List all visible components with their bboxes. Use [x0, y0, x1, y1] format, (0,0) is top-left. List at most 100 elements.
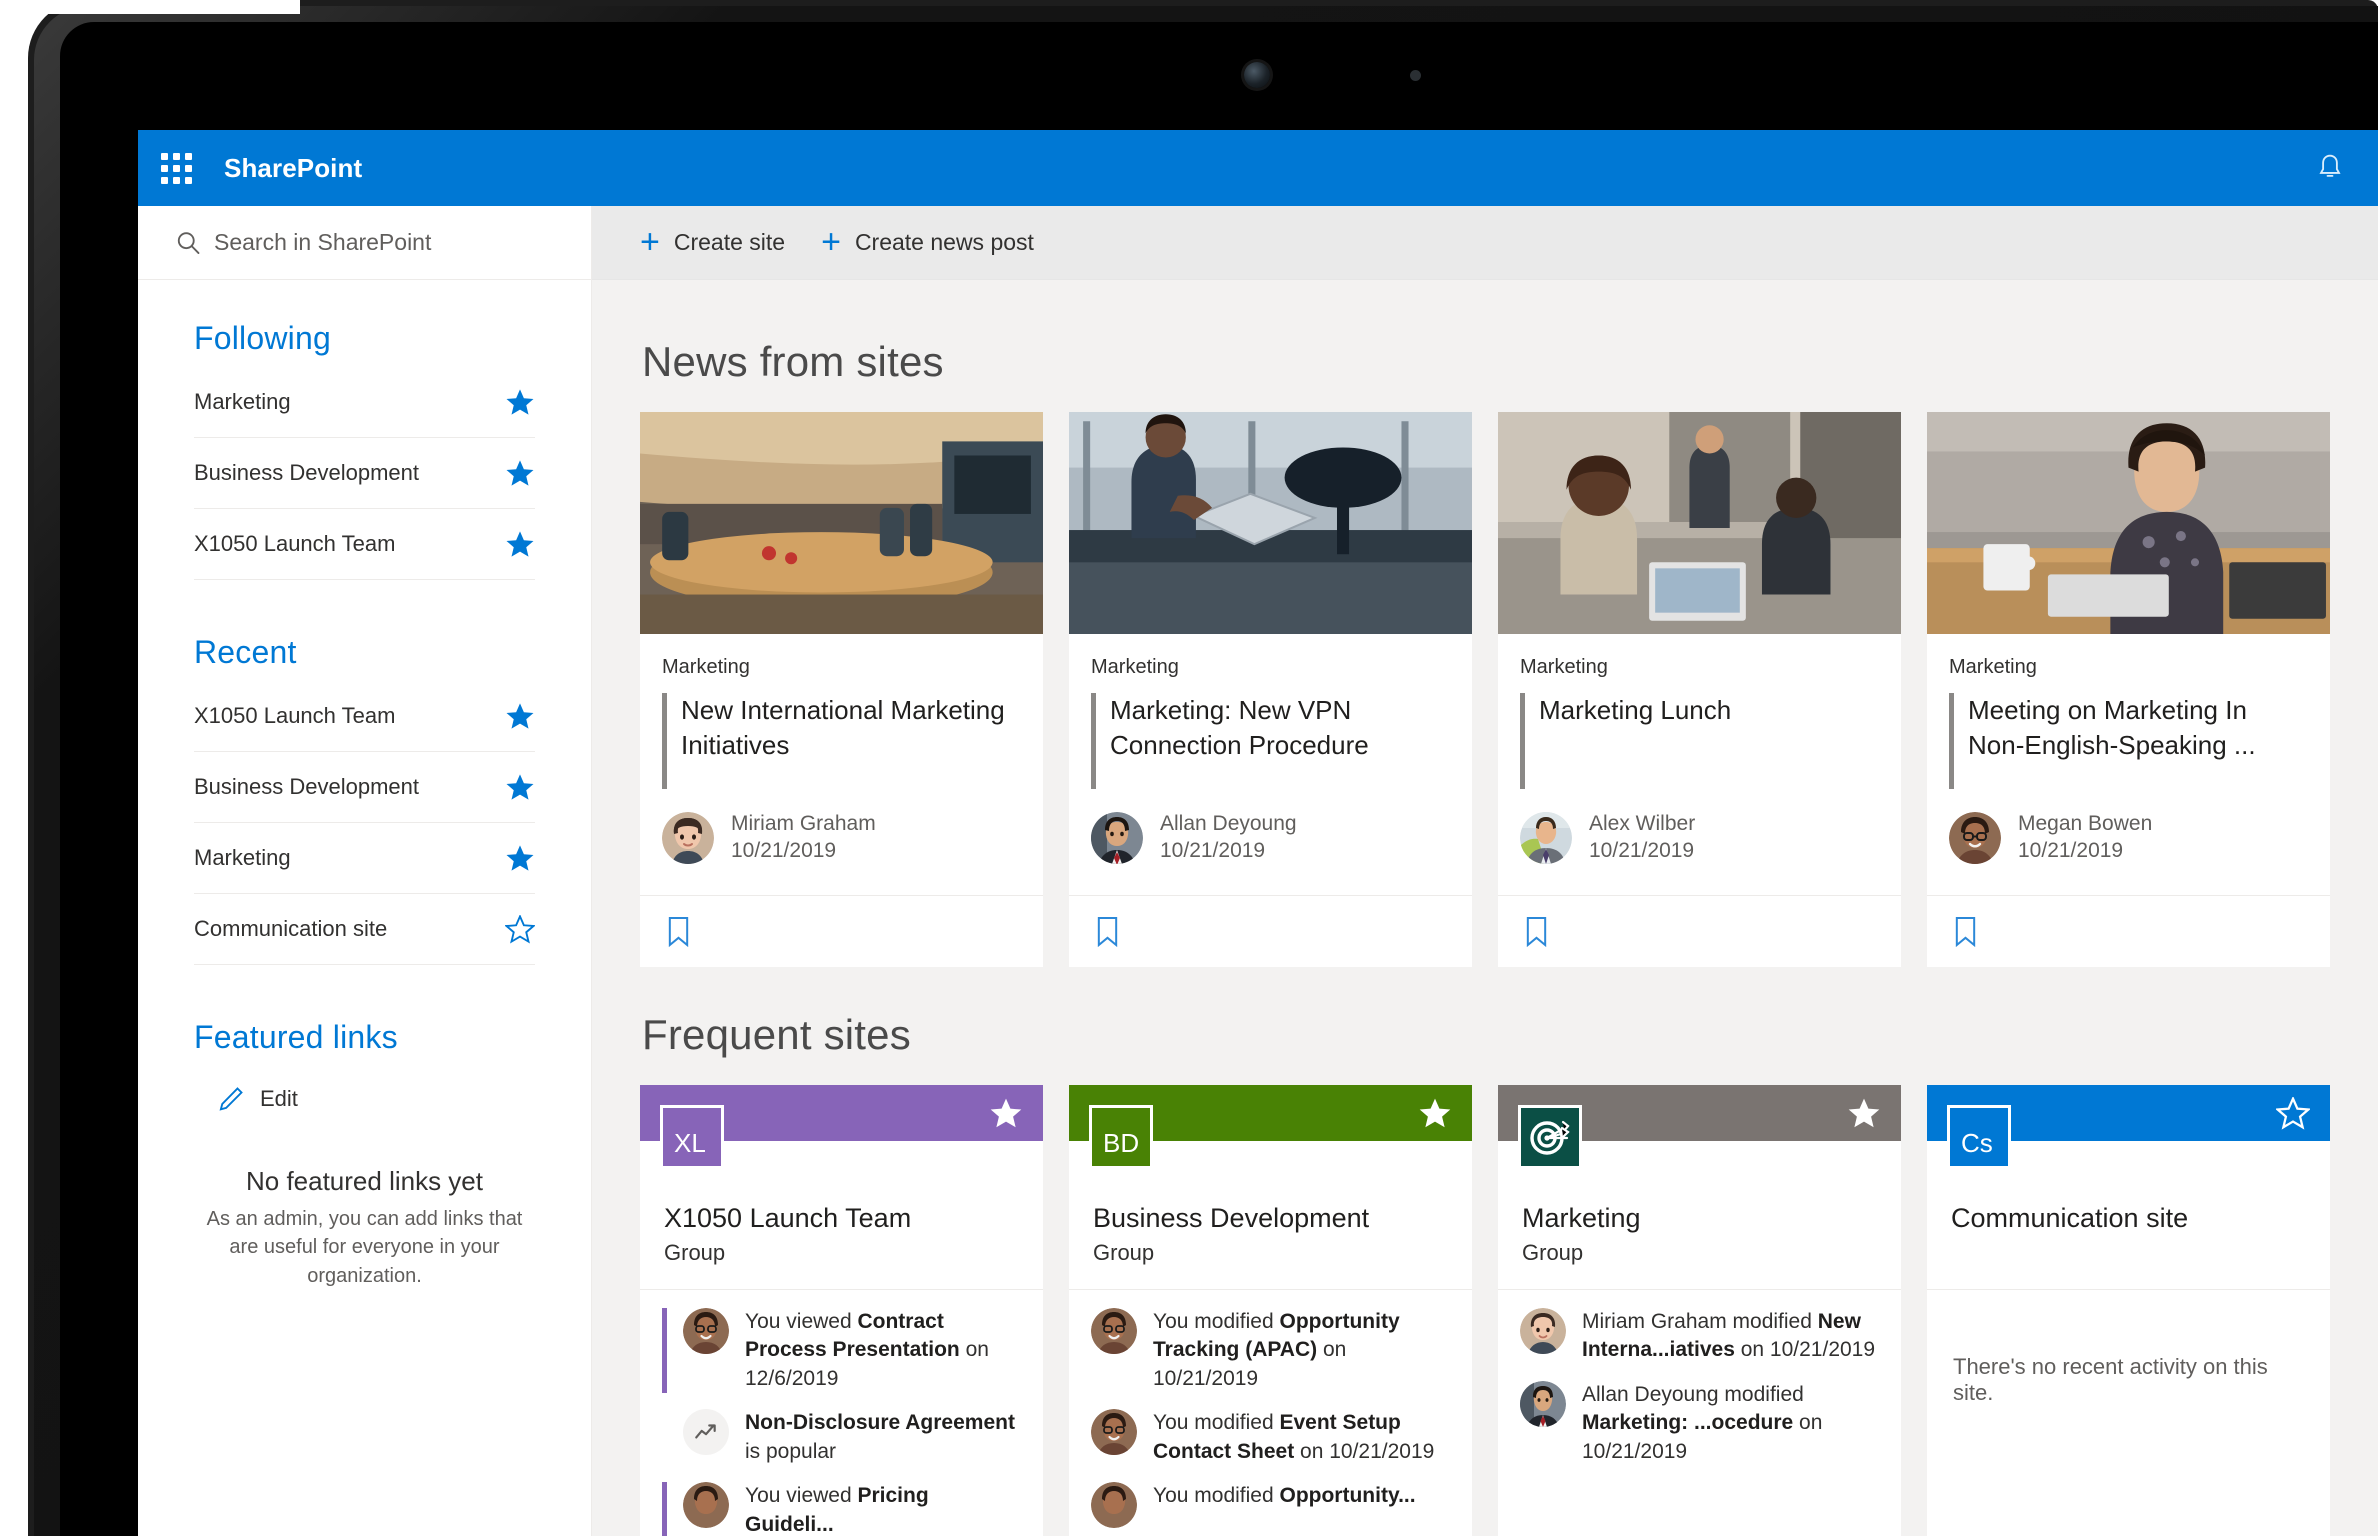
star-filled-icon[interactable]: [1418, 1097, 1452, 1130]
news-card-title[interactable]: Meeting on Marketing In Non-English-Spea…: [1968, 693, 2308, 789]
news-card[interactable]: Marketing Marketing: New VPN Connection …: [1069, 412, 1472, 967]
title-accent-bar: [1949, 693, 1954, 789]
avatar: [1949, 811, 2001, 864]
create-news-post-button[interactable]: + Create news post: [821, 225, 1034, 259]
list-item[interactable]: Non-Disclosure Agreement is popular: [662, 1409, 1021, 1466]
pencil-edit-icon: [216, 1084, 246, 1114]
sidebar-item-recent-0[interactable]: X1050 Launch Team: [194, 681, 535, 752]
star-filled-icon[interactable]: [1847, 1097, 1881, 1130]
avatar: [662, 811, 714, 864]
site-card[interactable]: Marketing Group Miriam Graham modified N…: [1498, 1084, 1901, 1536]
news-card-site: Marketing: [1520, 656, 1608, 678]
ambient-sensor-icon: [1410, 70, 1421, 81]
news-card-title-wrap: New International Marketing Initiatives: [662, 693, 1021, 789]
news-card[interactable]: Marketing New International Marketing In…: [640, 412, 1043, 967]
star-filled-icon[interactable]: [501, 388, 535, 417]
activity-text: You viewed Contract Process Presentation…: [745, 1309, 989, 1390]
sidebar-item-following-0[interactable]: Marketing: [194, 367, 535, 438]
star-filled-icon[interactable]: [501, 844, 535, 873]
main-content: + Create site + Create news post News fr…: [592, 206, 2378, 1536]
site-name[interactable]: Communication site: [1951, 1203, 2306, 1234]
bookmark-icon[interactable]: [666, 916, 691, 947]
list-item[interactable]: You modified Opportunity Tracking (APAC)…: [1091, 1307, 1450, 1394]
notification-bell-icon[interactable]: [2308, 146, 2352, 190]
activity-accent-bar: [662, 1409, 667, 1466]
news-card-meta: Megan Bowen 10/21/2019: [2018, 811, 2152, 865]
list-item[interactable]: You modified Opportunity...: [1091, 1482, 1450, 1529]
star-filled-icon[interactable]: [501, 773, 535, 802]
news-card-title[interactable]: Marketing Lunch: [1539, 693, 1731, 789]
site-type: Group: [1093, 1239, 1155, 1265]
star-filled-icon[interactable]: [501, 530, 535, 559]
news-card-site: Marketing: [1091, 656, 1179, 678]
news-card-date: 10/21/2019: [731, 838, 837, 862]
news-card-author: Alex Wilber 10/21/2019: [1520, 789, 1879, 891]
news-card-title[interactable]: Marketing: New VPN Connection Procedure: [1110, 693, 1450, 789]
star-filled-icon[interactable]: [989, 1097, 1023, 1130]
news-grid: Marketing New International Marketing In…: [640, 412, 2330, 967]
site-card-header: XL: [640, 1084, 1043, 1169]
site-activity-list: You modified Opportunity Tracking (APAC)…: [1069, 1288, 1472, 1536]
suite-bar-actions: [2308, 146, 2378, 190]
bookmark-icon[interactable]: [1524, 916, 1549, 947]
news-card-footer: [1069, 894, 1472, 967]
site-activity-list: Miriam Graham modified New Interna...iat…: [1498, 1288, 1901, 1483]
site-name[interactable]: X1050 Launch Team: [664, 1203, 1019, 1234]
featured-links-empty-body: As an admin, you can add links that are …: [206, 1208, 523, 1287]
left-navigation-rail: Search in SharePoint Following Marketing: [138, 206, 592, 1536]
list-item[interactable]: You viewed Contract Process Presentation…: [662, 1307, 1021, 1394]
avatar: [1520, 811, 1572, 864]
create-site-button[interactable]: + Create site: [640, 225, 785, 259]
activity-text: You viewed Pricing Guideli...: [745, 1484, 929, 1536]
list-item[interactable]: Allan Deyoung modified Marketing: ...oce…: [1520, 1380, 1879, 1467]
news-card-body: Marketing Meeting on Marketing In Non-En…: [1927, 634, 2330, 895]
site-card[interactable]: Cs Communication site There's no recent …: [1927, 1084, 2330, 1536]
site-name[interactable]: Marketing: [1522, 1203, 1877, 1234]
sidebar-item-recent-1[interactable]: Business Development: [194, 752, 535, 823]
news-card-author-name: Miriam Graham: [731, 812, 876, 835]
bookmark-icon[interactable]: [1953, 916, 1978, 947]
search-box[interactable]: Search in SharePoint: [138, 206, 591, 280]
sidebar-item-label: X1050 Launch Team: [194, 703, 396, 728]
woman-at-table-photo: [1927, 412, 2330, 634]
site-activity-list: You viewed Contract Process Presentation…: [640, 1288, 1043, 1536]
site-card-header: BD: [1069, 1084, 1472, 1169]
search-input[interactable]: Search in SharePoint: [214, 229, 431, 256]
list-item[interactable]: You viewed Pricing Guideli...: [662, 1482, 1021, 1536]
site-card[interactable]: BD Business Development Group You modifi…: [1069, 1084, 1472, 1536]
star-outline-icon[interactable]: [2274, 1095, 2312, 1130]
news-card-site: Marketing: [662, 656, 750, 678]
site-type: Group: [664, 1239, 726, 1265]
trending-icon: [683, 1409, 729, 1456]
app-launcher-waffle-icon[interactable]: [138, 130, 214, 206]
news-card-title-wrap: Meeting on Marketing In Non-English-Spea…: [1949, 693, 2308, 789]
sidebar-item-following-1[interactable]: Business Development: [194, 438, 535, 509]
news-card-author-name: Megan Bowen: [2018, 812, 2153, 835]
avatar: [1091, 1409, 1137, 1456]
rail-content: Following Marketing Business Development: [138, 280, 591, 1290]
list-item[interactable]: You modified Event Setup Contact Sheet o…: [1091, 1409, 1450, 1466]
star-outline-icon[interactable]: [501, 913, 536, 944]
sharepoint-app-screen: SharePoint Search in SharePoint Followin…: [138, 130, 2378, 1536]
news-card[interactable]: Marketing Marketing Lunch Alex Wilber 10…: [1498, 412, 1901, 967]
activity-accent-bar: [662, 1482, 667, 1536]
featured-links-edit-button[interactable]: Edit: [194, 1066, 535, 1114]
site-name[interactable]: Business Development: [1093, 1203, 1448, 1234]
news-card-footer: [640, 894, 1043, 967]
sidebar-item-following-2[interactable]: X1050 Launch Team: [194, 509, 535, 580]
avatar: [1091, 811, 1143, 864]
sidebar-item-recent-3[interactable]: Communication site: [194, 894, 536, 965]
site-card[interactable]: XL X1050 Launch Team Group You viewed Co…: [640, 1084, 1043, 1536]
news-card-title[interactable]: New International Marketing Initiatives: [681, 693, 1021, 789]
sidebar-item-recent-2[interactable]: Marketing: [194, 823, 535, 894]
star-filled-icon[interactable]: [501, 459, 535, 488]
list-item[interactable]: Miriam Graham modified New Interna...iat…: [1520, 1307, 1879, 1365]
site-card-header: [1498, 1084, 1901, 1169]
news-card-body: Marketing New International Marketing In…: [640, 634, 1043, 895]
page-corner: [0, 0, 300, 14]
news-card[interactable]: Marketing Meeting on Marketing In Non-En…: [1927, 412, 2330, 967]
conference-room-photo: [640, 412, 1043, 634]
star-filled-icon[interactable]: [501, 702, 535, 731]
bookmark-icon[interactable]: [1095, 916, 1120, 947]
app-title[interactable]: SharePoint: [224, 153, 362, 184]
